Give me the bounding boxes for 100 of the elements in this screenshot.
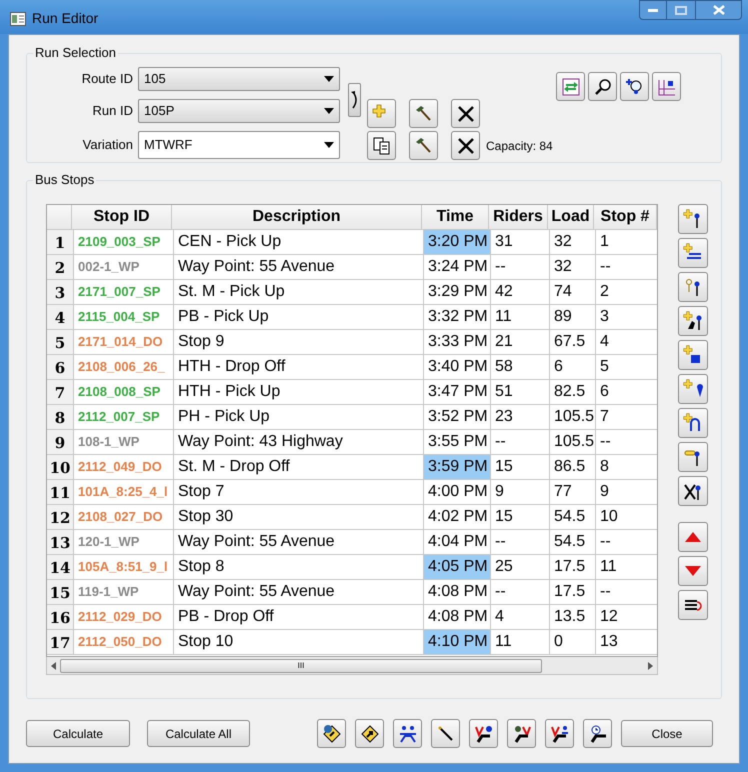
dropdown[interactable]: 105P: [138, 99, 340, 123]
table-cell: Way Point: 55 Avenue: [174, 255, 424, 280]
table-cell: 77: [550, 480, 596, 505]
tool-button[interactable]: [409, 99, 438, 128]
tool-button[interactable]: [393, 719, 422, 748]
table-cell: PB - Drop Off: [174, 605, 424, 630]
tool-button[interactable]: [678, 442, 708, 472]
dropdown[interactable]: 105: [138, 67, 340, 91]
table-cell: St. M - Pick Up: [174, 280, 424, 305]
maximize-button[interactable]: [667, 0, 695, 20]
tool-button[interactable]: [317, 719, 346, 748]
table-cell: 21: [491, 330, 550, 355]
curved-arrow-button[interactable]: [348, 83, 361, 117]
close-button[interactable]: [695, 0, 742, 20]
table-cell: --: [491, 430, 550, 455]
table-cell: 74: [550, 280, 596, 305]
table-cell: Stop 30: [174, 505, 424, 530]
table-cell: 3:20 PM: [424, 230, 491, 255]
scroll-thumb[interactable]: III: [60, 658, 542, 672]
table-cell: 51: [491, 380, 550, 405]
row-number: 3: [47, 280, 74, 305]
table-cell: 23: [491, 405, 550, 430]
table-cell: 3:24 PM: [424, 255, 491, 280]
table-cell: 1: [596, 230, 657, 255]
cross-icon: [456, 136, 476, 156]
tool-button[interactable]: [678, 408, 708, 438]
tool-button[interactable]: [678, 204, 708, 234]
tool-button[interactable]: [678, 306, 708, 336]
tool-button[interactable]: [678, 340, 708, 370]
hammer-icon: [414, 104, 434, 124]
table-cell: 4: [491, 605, 550, 630]
row-number: 5: [47, 330, 74, 355]
table-cell: 3: [596, 305, 657, 330]
row-number: 8: [47, 405, 74, 430]
table-cell: --: [491, 580, 550, 605]
column-header[interactable]: Stop ID: [72, 205, 172, 230]
tool-button[interactable]: [451, 99, 480, 128]
close-dialog-button[interactable]: Close: [621, 720, 713, 747]
table-cell: 11: [491, 305, 550, 330]
tool-button[interactable]: [431, 719, 460, 748]
horizontal-scrollbar[interactable]: III: [46, 657, 658, 675]
tool-button[interactable]: [678, 374, 708, 404]
tool-button[interactable]: [678, 238, 708, 268]
globe-sign-icon: [322, 724, 342, 744]
plus-marker-icon: [683, 379, 703, 399]
table-cell: --: [596, 430, 657, 455]
tool-button[interactable]: [583, 719, 612, 748]
caret-icon: [324, 76, 334, 82]
calculate-button[interactable]: Calculate: [26, 720, 130, 747]
tool-button[interactable]: [367, 131, 396, 160]
dropdown-value: 105P: [144, 102, 174, 120]
window-title: Run Editor: [32, 9, 98, 28]
column-header[interactable]: Description: [172, 205, 422, 230]
tool-button[interactable]: [355, 719, 384, 748]
table-cell: Stop 10: [174, 630, 424, 655]
tool-button[interactable]: [451, 131, 480, 160]
table-cell: 11: [596, 555, 657, 580]
table-cell: 2112_029_DO: [74, 605, 174, 630]
table-cell: 4:00 PM: [424, 480, 491, 505]
capacity-label: Capacity: 84: [486, 138, 553, 154]
tool-button[interactable]: [556, 72, 585, 101]
calculate-all-button[interactable]: Calculate All: [147, 720, 250, 747]
table-cell: 17.5: [550, 555, 596, 580]
tool-button[interactable]: [678, 272, 708, 302]
table-cell: 17.5: [550, 580, 596, 605]
tool-button[interactable]: [678, 590, 708, 620]
table-cell: 2171_007_SP: [74, 280, 174, 305]
table-cell: Way Point: 43 Highway: [174, 430, 424, 455]
column-header[interactable]: Riders: [489, 205, 548, 230]
tool-button[interactable]: [409, 131, 438, 160]
table-cell: 25: [491, 555, 550, 580]
tool-button[interactable]: [469, 719, 498, 748]
table-cell: 54.5: [550, 530, 596, 555]
tool-button[interactable]: [652, 72, 681, 101]
tool-button[interactable]: [678, 476, 708, 506]
table-cell: 31: [491, 230, 550, 255]
row-number: 14: [47, 555, 74, 580]
table-cell: 6: [596, 380, 657, 405]
table-cell: 89: [550, 305, 596, 330]
dropdown[interactable]: MTWRF: [138, 131, 340, 159]
table-cell: 4:10 PM: [424, 630, 491, 655]
tool-button[interactable]: [545, 719, 574, 748]
table-cell: 120-1_WP: [74, 530, 174, 555]
tool-button[interactable]: [588, 72, 617, 101]
table-cell: 32: [550, 230, 596, 255]
table-cell: --: [491, 530, 550, 555]
plus-u-turn-icon: [683, 413, 703, 433]
minimize-button[interactable]: [639, 0, 667, 20]
table-cell: 2115_004_SP: [74, 305, 174, 330]
table-cell: 4:08 PM: [424, 580, 491, 605]
table-cell: 2109_003_SP: [74, 230, 174, 255]
table-cell: 3:32 PM: [424, 305, 491, 330]
table-cell: 54.5: [550, 505, 596, 530]
tool-button[interactable]: [620, 72, 649, 101]
column-header[interactable]: Stop #: [594, 205, 657, 230]
table-cell: 11: [491, 630, 550, 655]
column-header[interactable]: Load: [548, 205, 594, 230]
table-cell: 3:29 PM: [424, 280, 491, 305]
tool-button[interactable]: [507, 719, 536, 748]
table-cell: 67.5: [550, 330, 596, 355]
